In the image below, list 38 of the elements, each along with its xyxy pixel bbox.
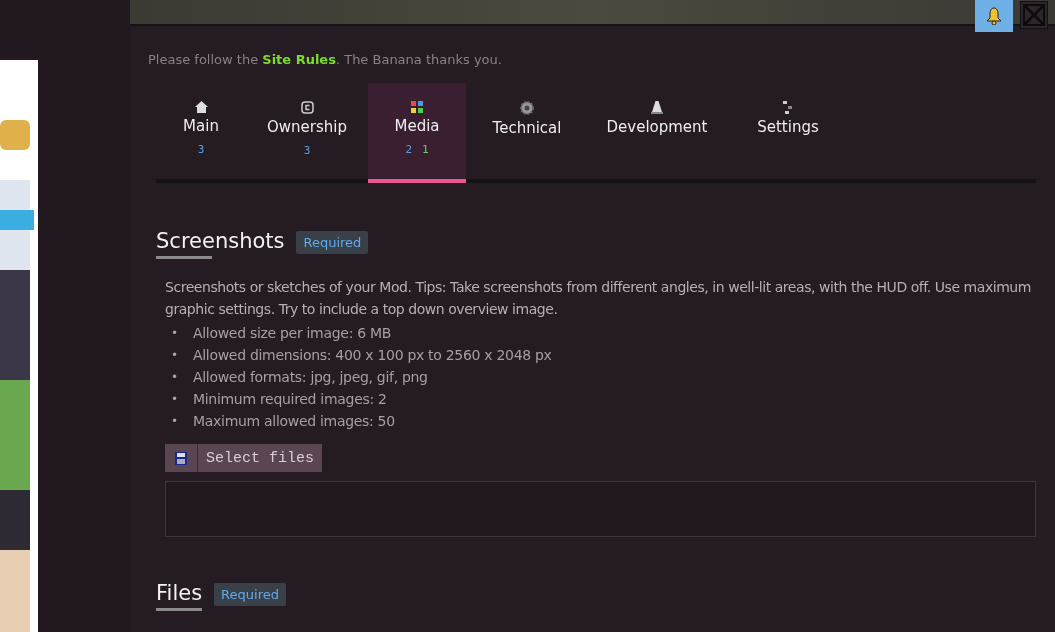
bullet-marker: • [170, 413, 179, 430]
tab[interactable]: Technical [466, 83, 588, 179]
rule-item: Minimum required images: 2 [193, 390, 387, 409]
site-rules-notice: Please follow the Site Rules. The Banana thanks you. [148, 52, 503, 67]
count-label: 3 [197, 143, 205, 156]
required-badge: Required [296, 231, 369, 254]
select-files-button[interactable]: Select files [165, 444, 323, 472]
close-icon [1023, 4, 1045, 26]
section-title: Files [156, 581, 203, 614]
tab[interactable]: Settings [726, 83, 850, 179]
count-label: 1 [422, 143, 429, 156]
close-button[interactable] [1020, 1, 1048, 29]
count-label: 2 [405, 143, 412, 156]
grid-icon [411, 101, 423, 113]
bell-icon [986, 7, 1002, 25]
bullet-marker: • [170, 391, 179, 408]
rule-item: Allowed size per image: 6 MB [193, 324, 392, 343]
section-description: Screenshots or sketches of your Mod. Tips: Take screenshots from different angles, in well-lit areas, with the HUD off. Use maximum graphic settings. Try to include a top down overview image. [165, 278, 1032, 319]
file-drop-area[interactable] [165, 481, 1036, 537]
rule-item: Maximum allowed images: 50 [193, 412, 395, 431]
bullet-marker: • [170, 325, 179, 342]
bullet-marker: • [170, 347, 179, 364]
notification-button[interactable] [975, 0, 1013, 32]
tab[interactable]: Development [588, 83, 726, 179]
tab[interactable]: Ownership 3 [246, 83, 368, 179]
tab[interactable]: Main 3 [156, 83, 246, 179]
sliders-icon [783, 101, 793, 114]
cone-icon [651, 101, 663, 114]
bullet-marker: • [170, 369, 179, 386]
gear-icon [520, 101, 534, 115]
required-badge: Required [214, 583, 286, 606]
count-label: 3 [303, 144, 311, 157]
rule-item: Allowed formats: jpg, jpeg, gif, png [193, 368, 428, 387]
floppy-icon [175, 451, 187, 465]
house-icon [194, 101, 208, 113]
copyright-icon [300, 101, 314, 114]
section-title: Screenshots [156, 229, 285, 262]
rule-item: Allowed dimensions: 400 x 100 px to 2560 x 2048 px [193, 346, 552, 365]
